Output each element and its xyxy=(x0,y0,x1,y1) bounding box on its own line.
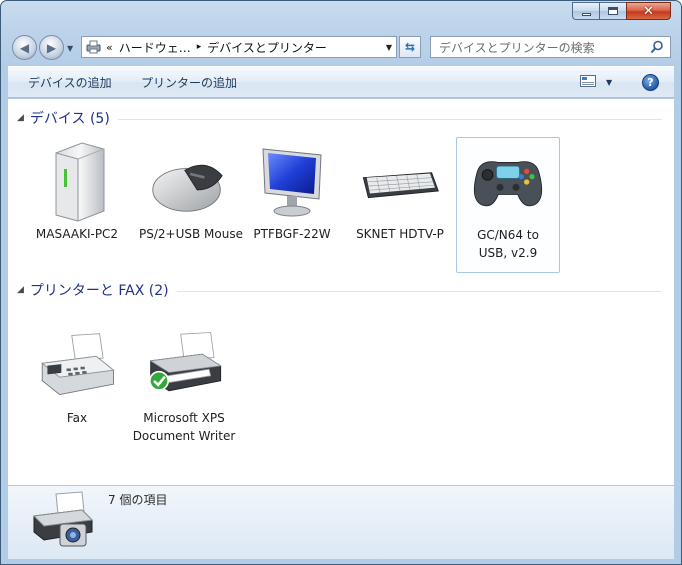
printer-label: Fax xyxy=(66,411,88,425)
items-view: ◢ デバイス (5) MASAAKI-PC2 PS/2+USB Mouse PT… xyxy=(8,99,674,485)
minimize-icon xyxy=(581,12,591,16)
refresh-button[interactable]: ⇆ xyxy=(399,36,421,58)
device-item-selected[interactable]: GC/N64 to USB, v2.9 xyxy=(456,137,560,273)
item-count: 7 個の項目 xyxy=(108,493,168,507)
back-button[interactable]: ◀ xyxy=(12,35,37,60)
minimize-button[interactable] xyxy=(572,2,599,20)
printer-item[interactable]: Microsoft XPS Document Writer xyxy=(132,321,236,445)
group-divider xyxy=(117,118,662,120)
device-item[interactable]: MASAAKI-PC2 xyxy=(25,137,129,243)
breadcrumb-overflow-chevron[interactable]: « xyxy=(106,41,113,54)
device-item[interactable]: PTFBGF-22W xyxy=(240,137,344,243)
group-divider xyxy=(176,290,662,292)
breadcrumb-hardware[interactable]: ハードウェ… xyxy=(119,39,191,56)
maximize-icon xyxy=(608,7,618,15)
command-bar: デバイスの追加 プリンターの追加 ▼ ? xyxy=(8,66,674,98)
mouse-icon xyxy=(151,137,231,225)
add-device-button[interactable]: デバイスの追加 xyxy=(28,74,112,91)
keyboard-icon xyxy=(360,137,440,225)
devices-printers-large-icon xyxy=(28,488,94,553)
device-item[interactable]: PS/2+USB Mouse xyxy=(139,137,243,243)
forward-button[interactable]: ▶ xyxy=(39,35,64,60)
recent-pages-dropdown[interactable]: ▼ xyxy=(67,44,73,53)
printer-label: Microsoft XPS Document Writer xyxy=(132,411,236,443)
back-arrow-icon: ◀ xyxy=(19,40,30,55)
close-button[interactable]: ✕ xyxy=(626,2,671,20)
window-frame: ✕ ◀ ▶ ▼ « ハードウェ… ▸ デバイスとプリンター ▼ ⇆ デバイスとプ… xyxy=(0,0,682,565)
navigation-bar: ◀ ▶ ▼ « ハードウェ… ▸ デバイスとプリンター ▼ ⇆ デバイスとプリン… xyxy=(9,32,673,62)
change-view-button[interactable]: ▼ xyxy=(580,75,612,90)
collapse-triangle-icon[interactable]: ◢ xyxy=(17,285,24,295)
device-label: MASAAKI-PC2 xyxy=(35,227,119,241)
group-header-printers[interactable]: ◢ プリンターと FAX (2) xyxy=(17,280,662,300)
fax-icon xyxy=(37,321,117,409)
search-input[interactable]: デバイスとプリンターの検索 xyxy=(430,36,671,58)
printer-icon xyxy=(144,321,224,409)
view-icon xyxy=(580,75,596,90)
view-options-dropdown-icon[interactable]: ▼ xyxy=(606,78,612,87)
close-icon: ✕ xyxy=(643,3,654,19)
device-label: GC/N64 to USB, v2.9 xyxy=(477,228,539,260)
printer-item[interactable]: Fax xyxy=(25,321,129,427)
breadcrumb-devices-printers[interactable]: デバイスとプリンター xyxy=(207,39,327,56)
devices-printers-icon xyxy=(85,39,103,55)
device-label: SKNET HDTV-P xyxy=(356,227,444,241)
group-title: プリンターと FAX (2) xyxy=(29,283,169,299)
monitor-icon xyxy=(252,137,332,225)
group-header-devices[interactable]: ◢ デバイス (5) xyxy=(17,108,662,128)
computer-icon xyxy=(37,137,117,225)
group-title: デバイス (5) xyxy=(29,111,110,127)
address-dropdown-icon[interactable]: ▼ xyxy=(386,43,392,52)
breadcrumb-separator-icon[interactable]: ▸ xyxy=(197,42,202,52)
details-pane: 7 個の項目 xyxy=(8,485,674,559)
gamepad-icon xyxy=(468,138,548,226)
help-icon[interactable]: ? xyxy=(642,74,659,91)
device-item[interactable]: SKNET HDTV-P xyxy=(348,137,452,243)
collapse-triangle-icon[interactable]: ◢ xyxy=(17,113,24,123)
refresh-icon: ⇆ xyxy=(404,40,416,54)
search-placeholder: デバイスとプリンターの検索 xyxy=(439,40,595,55)
caption-buttons: ✕ xyxy=(572,2,671,20)
search-icon[interactable] xyxy=(650,40,664,57)
device-label: PTFBGF-22W xyxy=(253,227,331,241)
device-label: PS/2+USB Mouse xyxy=(139,227,243,241)
address-bar[interactable]: « ハードウェ… ▸ デバイスとプリンター ▼ xyxy=(81,36,397,58)
maximize-button[interactable] xyxy=(599,2,626,20)
add-printer-button[interactable]: プリンターの追加 xyxy=(141,74,237,91)
forward-arrow-icon: ▶ xyxy=(46,40,57,55)
